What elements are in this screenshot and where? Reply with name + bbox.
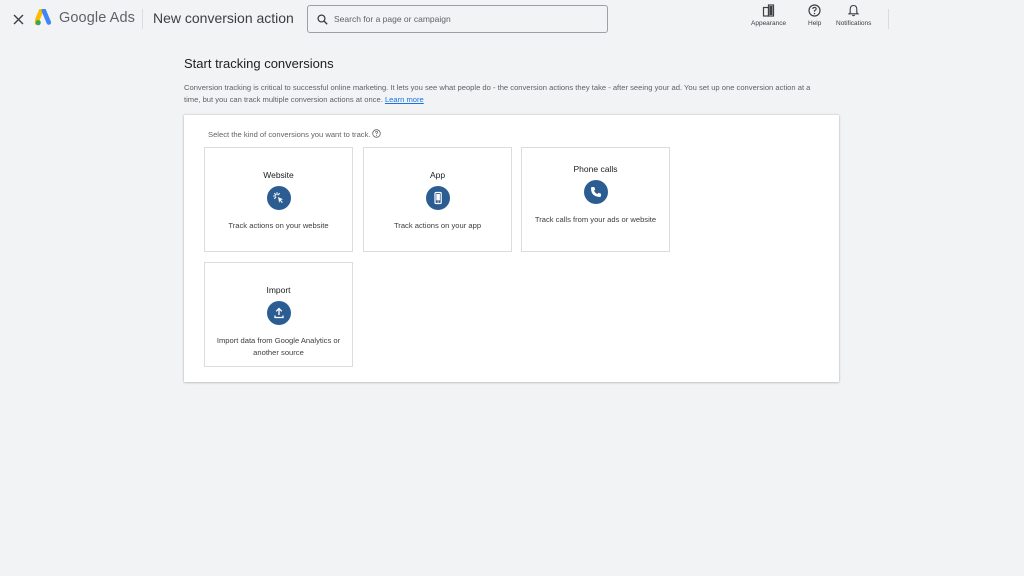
page-title: New conversion action [153,10,294,26]
tools-divider [888,9,889,29]
close-button[interactable] [9,10,27,28]
cursor-click-icon [266,186,291,210]
section-heading: Start tracking conversions [184,56,334,71]
website-card[interactable]: Website Track actions on your website [204,147,353,252]
card-description: Track actions on your app [393,221,482,230]
top-bar: Google Ads New conversion action Appeara… [0,0,1024,38]
help-button[interactable]: Help [808,4,821,27]
header-divider [142,9,143,29]
conversion-type-panel: Select the kind of conversions you want … [184,115,839,382]
card-description: Import data from Google Analytics or ano… [216,336,341,357]
help-label: Help [808,20,822,27]
google-ads-logo[interactable]: Google Ads [35,9,135,26]
phone-call-icon [583,180,608,204]
google-ads-logo-icon [35,9,52,26]
selection-prompt: Select the kind of conversions you want … [208,128,381,139]
phone-calls-card[interactable]: Phone calls Track calls from your ads or… [521,147,670,252]
card-description: Track calls from your ads or website [534,215,657,224]
help-icon [808,4,821,17]
help-circle-icon[interactable] [371,128,381,138]
bell-icon [847,4,860,17]
card-title: Phone calls [573,164,618,174]
app-card[interactable]: App Track actions on your app [363,147,512,252]
search-input[interactable] [334,14,594,24]
notifications-button[interactable]: Notifications [836,4,871,27]
search-box[interactable] [307,5,608,33]
brand-name: Google Ads [59,9,135,26]
phone-app-icon [425,186,450,210]
card-title: Website [263,170,294,180]
card-description: Track actions on your website [228,221,329,230]
notifications-label: Notifications [836,20,872,27]
appearance-button[interactable]: Appearance [751,4,786,27]
selection-prompt-text: Select the kind of conversions you want … [208,130,371,139]
intro-text: Conversion tracking is critical to succe… [184,82,824,106]
upload-icon [266,301,291,325]
import-card[interactable]: Import Import data from Google Analytics… [204,262,353,367]
appearance-icon [762,4,775,17]
card-title: Import [266,285,291,295]
intro-body: Conversion tracking is critical to succe… [184,83,811,104]
learn-more-link[interactable]: Learn more [385,95,424,104]
close-icon [13,14,23,24]
appearance-label: Appearance [751,20,787,27]
search-icon [317,13,328,25]
card-title: App [429,170,446,180]
